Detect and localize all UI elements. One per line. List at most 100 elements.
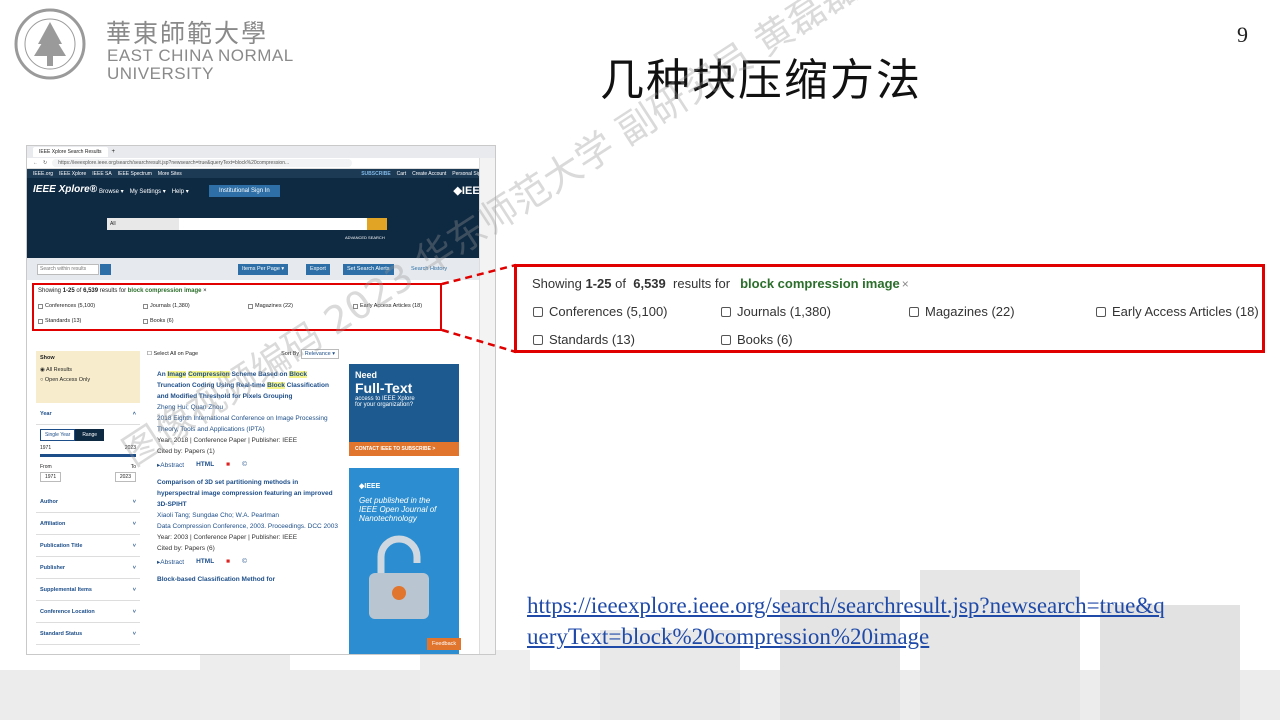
create-account-link[interactable]: Create Account bbox=[412, 171, 446, 177]
topnav-item[interactable]: IEEE Xplore bbox=[59, 171, 86, 177]
padlock-icon bbox=[369, 535, 429, 619]
open-journal-ad[interactable]: ◆IEEE Get published in the IEEE Open Jou… bbox=[349, 468, 459, 654]
facet-supplemental-items[interactable]: Supplemental Items ˅ bbox=[36, 579, 140, 601]
to-year-input[interactable]: 2023 bbox=[114, 472, 136, 482]
browser-tab[interactable]: IEEE Xplore Search Results bbox=[33, 147, 108, 157]
browse-menu[interactable]: Browse ▾ bbox=[99, 188, 124, 195]
all-results-radio[interactable]: ◉ All Results bbox=[40, 367, 136, 373]
checkbox[interactable] bbox=[1096, 306, 1106, 317]
html-link[interactable]: HTML bbox=[196, 461, 214, 469]
items-per-page-button[interactable]: Items Per Page ▾ bbox=[238, 264, 289, 275]
search-bar: All bbox=[107, 218, 387, 230]
ieee-xplore-brand[interactable]: IEEE Xplore® bbox=[33, 184, 97, 195]
year-range-panel: Single Year Range 1971 2023 From To 1971 20… bbox=[36, 425, 140, 491]
filter-books[interactable]: Books (6) bbox=[721, 332, 793, 347]
chevron-down-icon: ˅ bbox=[132, 631, 136, 637]
facet-affiliation[interactable]: Affiliation ˅ bbox=[36, 513, 140, 535]
ad-headline: Full-Text bbox=[355, 380, 413, 396]
chevron-down-icon: ˅ bbox=[132, 609, 136, 615]
checkbox[interactable] bbox=[533, 306, 543, 317]
results-summary-zoomed: Showing 1-25 of 6,539 results for block … bbox=[514, 264, 1265, 353]
sort-select[interactable]: Relevance ▾ bbox=[300, 349, 339, 359]
logo-english-line2: UNIVERSITY bbox=[107, 64, 215, 83]
year-facet[interactable]: Year ˄ bbox=[36, 403, 140, 425]
copyright-icon[interactable]: © bbox=[242, 558, 247, 566]
help-menu[interactable]: Help ▾ bbox=[172, 188, 189, 195]
from-year-input[interactable]: 1971 bbox=[40, 472, 62, 482]
search-within-input[interactable]: Search within results bbox=[37, 264, 99, 275]
slide-title: 几种块压缩方法 bbox=[600, 55, 922, 106]
search-scope-select[interactable]: All bbox=[107, 218, 179, 230]
open-access-radio[interactable]: ○ Open Access Only bbox=[40, 377, 136, 383]
pdf-icon[interactable]: ■ bbox=[226, 461, 230, 469]
advanced-search-link[interactable]: ADVANCED SEARCH bbox=[345, 235, 385, 240]
facet-publisher[interactable]: Publisher ˅ bbox=[36, 557, 140, 579]
clear-query-icon[interactable]: × bbox=[902, 277, 909, 291]
back-icon[interactable]: ← bbox=[33, 160, 38, 166]
result-meta: Year: 2003 | Conference Paper | Publishe… bbox=[157, 534, 298, 541]
range-toggle[interactable]: Range bbox=[75, 429, 105, 441]
settings-menu[interactable]: My Settings ▾ bbox=[130, 188, 166, 195]
topnav-item[interactable]: IEEE.org bbox=[33, 171, 53, 177]
checkbox[interactable] bbox=[533, 334, 543, 345]
full-text-ad[interactable]: Need Full-Text access to IEEE Xplore for… bbox=[349, 364, 459, 456]
result-authors[interactable]: Xiaoli Tang; Sungdae Cho; W.A. Pearlman bbox=[157, 510, 339, 521]
result-title[interactable]: Block-based Classification Method for bbox=[157, 574, 339, 585]
result-title[interactable]: An Image Compression Scheme Based on Blo… bbox=[157, 369, 339, 402]
contact-ieee-button[interactable]: CONTACT IEEE TO SUBSCRIBE > bbox=[349, 442, 459, 456]
single-year-toggle[interactable]: Single Year bbox=[40, 429, 76, 441]
set-search-alerts-button[interactable]: Set Search Alerts bbox=[343, 264, 394, 275]
new-tab-icon[interactable]: + bbox=[112, 149, 116, 155]
query-text: block compression image bbox=[740, 276, 900, 291]
topnav-item[interactable]: IEEE SA bbox=[92, 171, 111, 177]
filter-magazines[interactable]: Magazines (22) bbox=[909, 304, 1015, 319]
checkbox[interactable] bbox=[721, 306, 731, 317]
filter-standards[interactable]: Standards (13) bbox=[533, 332, 635, 347]
facet-author[interactable]: Author ˅ bbox=[36, 491, 140, 513]
result-title[interactable]: Comparison of 3D set partitioning method… bbox=[157, 477, 339, 510]
filter-journals[interactable]: Journals (1,380) bbox=[721, 304, 831, 319]
facet-standard-status[interactable]: Standard Status ˅ bbox=[36, 623, 140, 645]
html-link[interactable]: HTML bbox=[196, 558, 214, 566]
institutional-sign-in-button[interactable]: Institutional Sign In bbox=[209, 185, 280, 197]
chevron-down-icon: ˅ bbox=[132, 565, 136, 571]
results-for-label: results for bbox=[673, 276, 731, 291]
abstract-link[interactable]: ▸Abstract bbox=[157, 461, 184, 469]
filter-conferences[interactable]: Conferences (5,100) bbox=[533, 304, 668, 319]
select-all-checkbox[interactable]: ☐ Select All on Page bbox=[147, 351, 198, 357]
feedback-button[interactable]: Feedback bbox=[427, 638, 462, 650]
chevron-down-icon: ˅ bbox=[132, 521, 136, 527]
facet-conference-location[interactable]: Conference Location ˅ bbox=[36, 601, 140, 623]
ieee-header: IEEE Xplore® Browse ▾ My Settings ▾ Help… bbox=[27, 178, 495, 258]
result-cited[interactable]: Cited by: Papers (1) bbox=[157, 446, 339, 457]
checkbox[interactable] bbox=[721, 334, 731, 345]
reload-icon[interactable]: ↻ bbox=[43, 160, 47, 166]
total-count: 6,539 bbox=[633, 276, 666, 291]
facet-publication-title[interactable]: Publication Title ˅ bbox=[36, 535, 140, 557]
subscribe-link[interactable]: SUBSCRIBE bbox=[361, 171, 390, 177]
filter-early-access[interactable]: Early Access Articles (18) bbox=[1096, 304, 1259, 319]
browser-side-rail bbox=[479, 158, 495, 654]
result-cited[interactable]: Cited by: Papers (6) bbox=[157, 543, 339, 554]
url-field[interactable]: https://ieeexplore.ieee.org/search/searc… bbox=[52, 159, 353, 167]
topnav-item[interactable]: More Sites bbox=[158, 171, 182, 177]
cart-link[interactable]: Cart bbox=[397, 171, 406, 177]
pdf-icon[interactable]: ■ bbox=[226, 558, 230, 566]
filter-sidebar: Show ◉ All Results ○ Open Access Only Ye… bbox=[36, 351, 140, 654]
source-url-link[interactable]: https://ieeexplore.ieee.org/search/searc… bbox=[527, 590, 1167, 652]
result-venue[interactable]: 2018 Eighth International Conference on … bbox=[157, 413, 339, 435]
year-slider[interactable] bbox=[40, 454, 136, 457]
export-button[interactable]: Export bbox=[306, 264, 330, 275]
result-authors[interactable]: Zheng Hui; Quan Zhou bbox=[157, 402, 339, 413]
search-within-button[interactable] bbox=[100, 264, 111, 275]
checkbox[interactable] bbox=[909, 306, 919, 317]
showing-label: Showing bbox=[532, 276, 582, 291]
result-item: Comparison of 3D set partitioning method… bbox=[147, 477, 339, 566]
range-end-year: 2023 bbox=[124, 445, 136, 451]
copyright-icon[interactable]: © bbox=[242, 461, 247, 469]
topnav-item[interactable]: IEEE Spectrum bbox=[118, 171, 152, 177]
abstract-link[interactable]: ▸Abstract bbox=[157, 558, 184, 566]
search-button[interactable] bbox=[367, 218, 387, 230]
result-venue[interactable]: Data Compression Conference, 2003. Proce… bbox=[157, 521, 339, 532]
from-label: From bbox=[40, 464, 52, 470]
